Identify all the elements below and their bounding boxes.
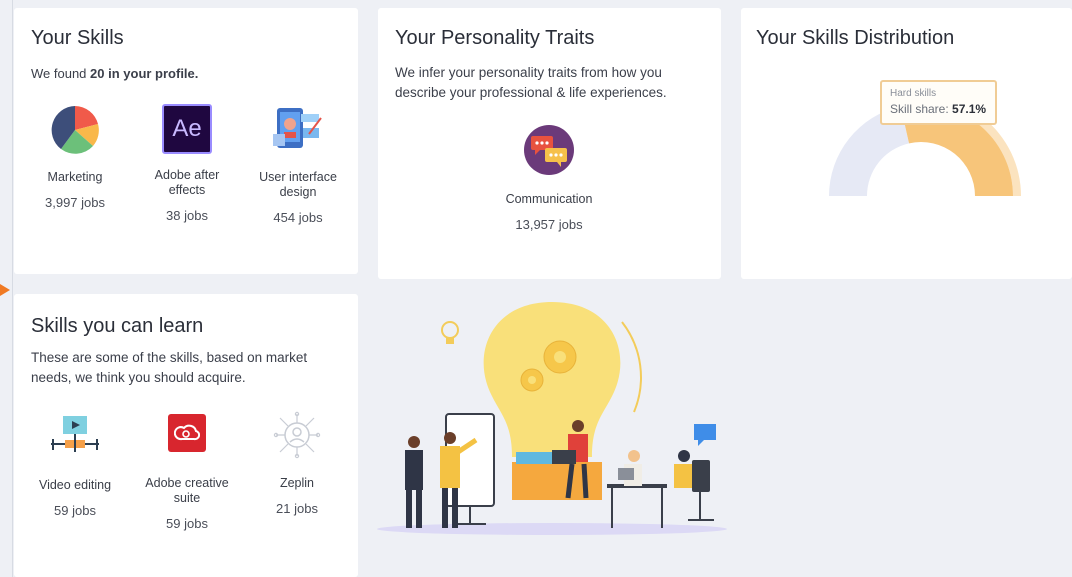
- skill-name: Video editing: [38, 478, 112, 492]
- card-title: Your Personality Traits: [395, 27, 595, 49]
- skill-name: Adobe after effects: [154, 168, 220, 197]
- video-editing-icon: [49, 412, 101, 456]
- trait-item-communication[interactable]: Communication 13,957 jobs: [488, 124, 610, 232]
- skill-jobs: 21 jobs: [276, 501, 318, 516]
- chat-bubbles-icon: [523, 124, 575, 176]
- card-title: Your Skills Distribution: [756, 27, 955, 49]
- skill-item-adobe-after-effects[interactable]: Ae Adobe after effects 38 jobs: [142, 104, 232, 223]
- skill-name: User interface design: [259, 170, 337, 199]
- tooltip-label: Hard skills: [890, 88, 937, 99]
- card-title: Skills you can learn: [31, 315, 204, 337]
- tooltip-value: Skill share: 57.1%: [890, 102, 987, 116]
- trait-jobs: 13,957 jobs: [515, 217, 583, 232]
- learn-item-adobe-creative-suite[interactable]: Adobe creative suite 59 jobs: [140, 414, 234, 531]
- skills-to-learn-card: Skills you can learn These are some of t…: [14, 294, 358, 577]
- pie-chart-icon: [49, 104, 101, 156]
- skills-distribution-card: Your Skills Distribution: [741, 8, 1072, 279]
- skill-jobs: 454 jobs: [273, 210, 323, 225]
- personality-traits-card: Your Personality Traits We infer your pe…: [378, 8, 721, 279]
- skill-jobs: 3,997 jobs: [45, 195, 105, 210]
- adobe-creative-cloud-icon: [168, 414, 206, 452]
- card-title: Your Skills: [31, 27, 124, 49]
- learn-item-video-editing[interactable]: Video editing 59 jobs: [30, 412, 120, 518]
- left-divider: [12, 0, 13, 577]
- zeplin-icon: [272, 410, 322, 460]
- chart-tooltip: Hard skills Skill share: 57.1%: [880, 80, 997, 125]
- skill-name: Marketing: [47, 170, 103, 184]
- skill-item-marketing[interactable]: Marketing 3,997 jobs: [30, 104, 120, 210]
- user-interface-icon: [271, 104, 325, 156]
- trait-name: Communication: [505, 192, 593, 206]
- skill-jobs: 38 jobs: [166, 208, 208, 223]
- card-subtitle: We found 20 in your profile.: [31, 66, 199, 81]
- skill-jobs: 59 jobs: [166, 516, 208, 531]
- team-lightbulb-illustration: [377, 302, 727, 535]
- skill-item-user-interface-design[interactable]: User interface design 454 jobs: [251, 104, 345, 225]
- card-subtitle: We infer your personality traits from ho…: [395, 65, 667, 100]
- pointer-arrow-icon: [0, 284, 10, 296]
- skill-name: Zeplin: [279, 476, 315, 490]
- card-subtitle: These are some of the skills, based on m…: [31, 350, 308, 385]
- your-skills-card: Your Skills We found 20 in your profile.…: [14, 8, 358, 274]
- adobe-after-effects-icon: Ae: [162, 104, 212, 154]
- skill-jobs: 59 jobs: [54, 503, 96, 518]
- learn-item-zeplin[interactable]: Zeplin 21 jobs: [252, 410, 342, 516]
- skill-name: Adobe creative suite: [145, 476, 229, 505]
